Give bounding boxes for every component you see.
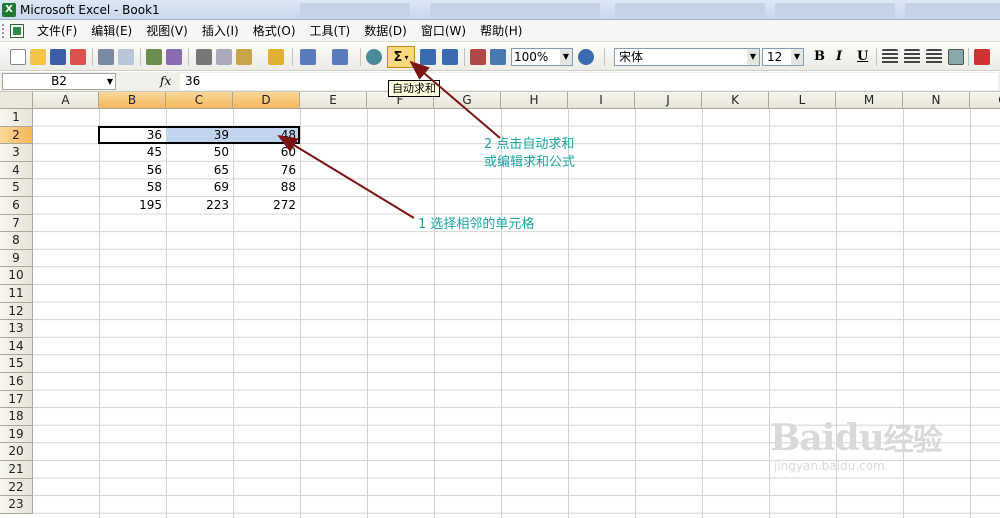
baidu-watermark: Baidu经验 jingyan.baidu.com	[770, 415, 943, 473]
annotation-step2-line2: 或编辑求和公式	[484, 155, 576, 170]
watermark-main-3: 经验	[883, 423, 943, 458]
watermark-main: Bai	[770, 417, 835, 459]
arrow-to-selection	[277, 134, 415, 219]
annotation-step2: 2 点击自动求和 或编辑求和公式	[484, 136, 575, 172]
arrow-to-autosum	[409, 60, 501, 139]
watermark-main-2: du	[834, 417, 884, 459]
watermark-url: jingyan.baidu.com	[774, 459, 885, 473]
annotation-step2-line1: 2 点击自动求和	[484, 137, 575, 152]
annotation-step1: 1 选择相邻的单元格	[418, 217, 535, 232]
